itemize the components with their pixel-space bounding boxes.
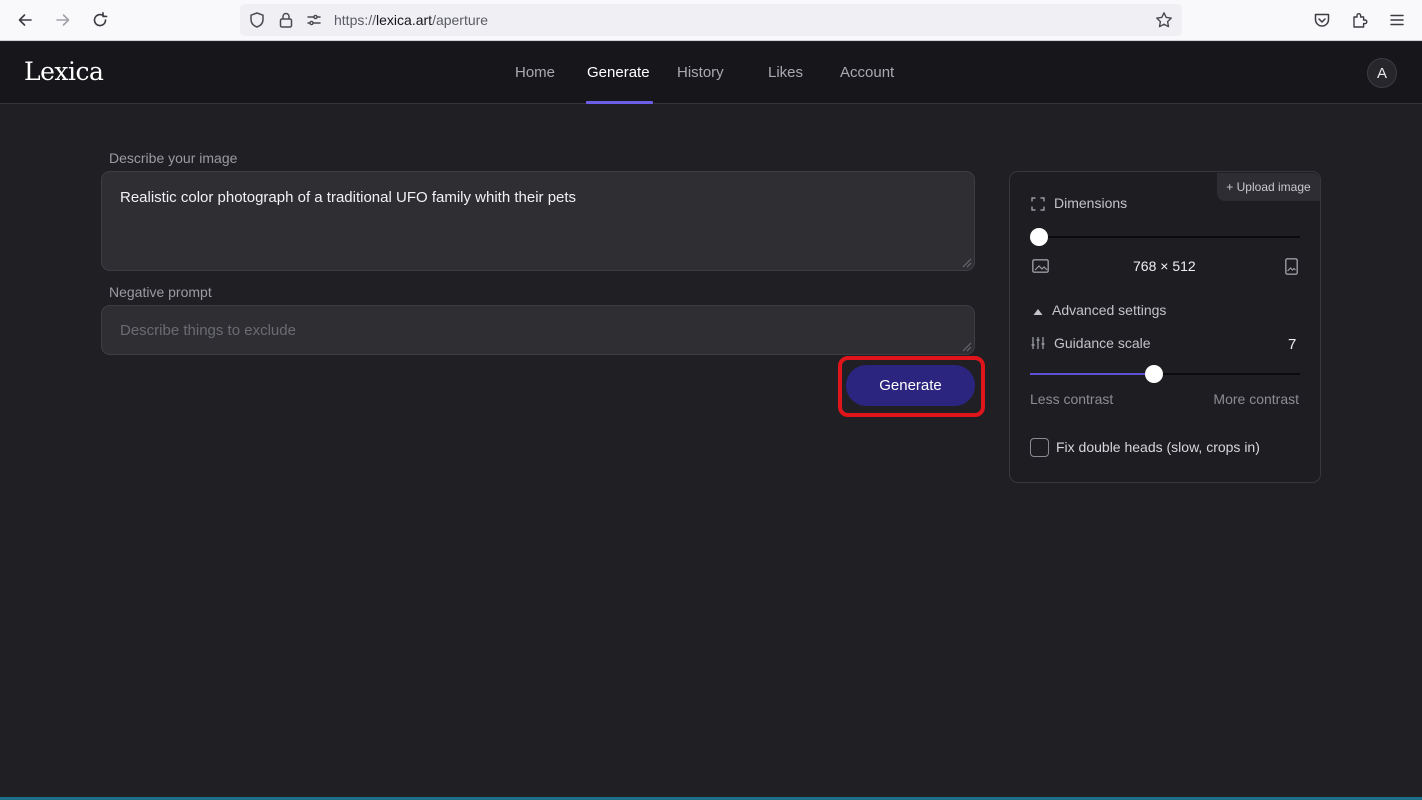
puzzle-icon[interactable]: [1348, 8, 1372, 32]
upload-image-button[interactable]: + Upload image: [1217, 173, 1320, 201]
url-text[interactable]: https://lexica.art/aperture: [334, 12, 488, 28]
settings-panel: + Upload image Dimensions 768 × 512 Adva…: [1009, 171, 1321, 483]
resize-handle-icon[interactable]: [960, 256, 972, 268]
nav-home[interactable]: Home: [515, 64, 555, 81]
prompt-label: Describe your image: [109, 150, 238, 166]
prompt-textarea[interactable]: Realistic color photograph of a traditio…: [101, 171, 975, 271]
dimensions-slider-thumb[interactable]: [1030, 228, 1048, 246]
url-scheme: https://: [334, 12, 377, 28]
pocket-icon[interactable]: [1310, 8, 1334, 32]
hamburger-menu-icon[interactable]: [1385, 8, 1409, 32]
guidance-slider-thumb[interactable]: [1145, 365, 1164, 383]
guidance-slider-fill: [1030, 373, 1155, 375]
dimensions-value: 768 × 512: [1133, 258, 1196, 274]
guidance-scale-label: Guidance scale: [1054, 335, 1151, 351]
portrait-image-icon[interactable]: [1283, 256, 1299, 276]
permissions-icon[interactable]: [304, 10, 324, 30]
url-path: /aperture: [432, 12, 489, 28]
url-host: lexica.art: [376, 12, 433, 28]
shield-icon[interactable]: [247, 10, 267, 30]
arrow-left-icon[interactable]: [12, 8, 38, 32]
fix-double-heads-checkbox[interactable]: [1030, 438, 1049, 457]
sliders-icon: [1030, 335, 1046, 351]
address-bar[interactable]: https://lexica.art/aperture: [240, 4, 1182, 36]
guidance-scale-value: 7: [1288, 336, 1297, 353]
generate-button[interactable]: Generate: [846, 365, 975, 406]
browser-toolbar: https://lexica.art/aperture: [0, 0, 1422, 41]
caret-up-icon[interactable]: [1031, 305, 1045, 319]
lock-icon[interactable]: [276, 10, 296, 30]
nav-generate[interactable]: Generate: [587, 64, 650, 81]
active-tab-indicator: [586, 101, 653, 104]
expand-icon: [1030, 196, 1046, 212]
less-contrast-label: Less contrast: [1030, 391, 1114, 407]
nav-likes[interactable]: Likes: [768, 64, 803, 81]
prompt-text: Realistic color photograph of a traditio…: [120, 189, 577, 206]
avatar[interactable]: A: [1367, 58, 1397, 88]
landscape-image-icon[interactable]: [1030, 257, 1050, 275]
reload-icon[interactable]: [87, 8, 113, 32]
dimensions-slider-track[interactable]: [1030, 236, 1300, 238]
negative-prompt-textarea[interactable]: Describe things to exclude: [101, 305, 975, 355]
nav-history[interactable]: History: [677, 64, 724, 81]
resize-handle-icon[interactable]: [960, 340, 972, 352]
arrow-right-icon[interactable]: [50, 8, 76, 32]
negative-prompt-placeholder: Describe things to exclude: [120, 322, 296, 339]
more-contrast-label: More contrast: [1213, 391, 1299, 407]
nav-account[interactable]: Account: [840, 64, 894, 81]
lexica-logo[interactable]: Lexica: [24, 57, 104, 86]
negative-prompt-label: Negative prompt: [109, 284, 212, 300]
dimensions-label: Dimensions: [1054, 195, 1128, 211]
advanced-settings-toggle[interactable]: Advanced settings: [1052, 302, 1166, 318]
fix-double-heads-label[interactable]: Fix double heads (slow, crops in): [1056, 439, 1260, 455]
star-icon[interactable]: [1154, 10, 1174, 30]
app-header: Lexica Home Generate History Likes Accou…: [0, 42, 1422, 104]
